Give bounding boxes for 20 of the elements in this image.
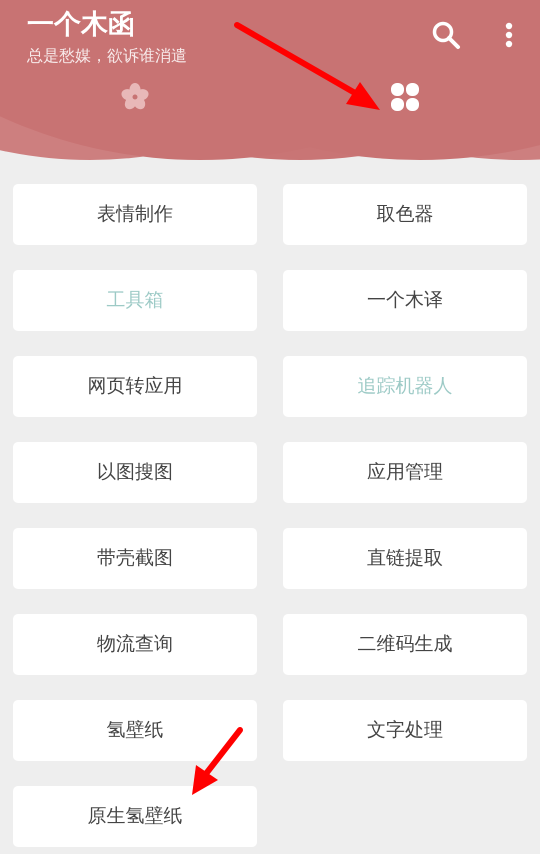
annotation-arrow xyxy=(192,727,243,795)
tool-button[interactable]: 网页转应用 xyxy=(13,356,257,417)
tool-button[interactable]: 表情制作 xyxy=(13,184,257,245)
app-title: 一个木函 xyxy=(27,8,136,42)
tool-button[interactable]: 氢壁纸 xyxy=(13,700,257,761)
four-petal-icon[interactable] xyxy=(390,82,420,112)
tool-button[interactable]: 以图搜图 xyxy=(13,442,257,503)
tool-button[interactable]: 原生氢壁纸 xyxy=(13,786,257,847)
tool-button[interactable]: 直链提取 xyxy=(283,528,527,589)
search-icon[interactable] xyxy=(431,20,461,50)
tool-button[interactable]: 一个木译 xyxy=(283,270,527,331)
tool-button[interactable]: 二维码生成 xyxy=(283,614,527,675)
tool-button[interactable]: 取色器 xyxy=(283,184,527,245)
tool-button[interactable]: 文字处理 xyxy=(283,700,527,761)
tool-button[interactable]: 物流查询 xyxy=(13,614,257,675)
tool-button[interactable]: 带壳截图 xyxy=(13,528,257,589)
tool-button[interactable]: 应用管理 xyxy=(283,442,527,503)
app-subtitle: 总是愁媒，欲诉谁消遣 xyxy=(27,45,187,67)
flower-icon[interactable] xyxy=(120,82,150,112)
more-options-icon[interactable] xyxy=(505,22,513,48)
